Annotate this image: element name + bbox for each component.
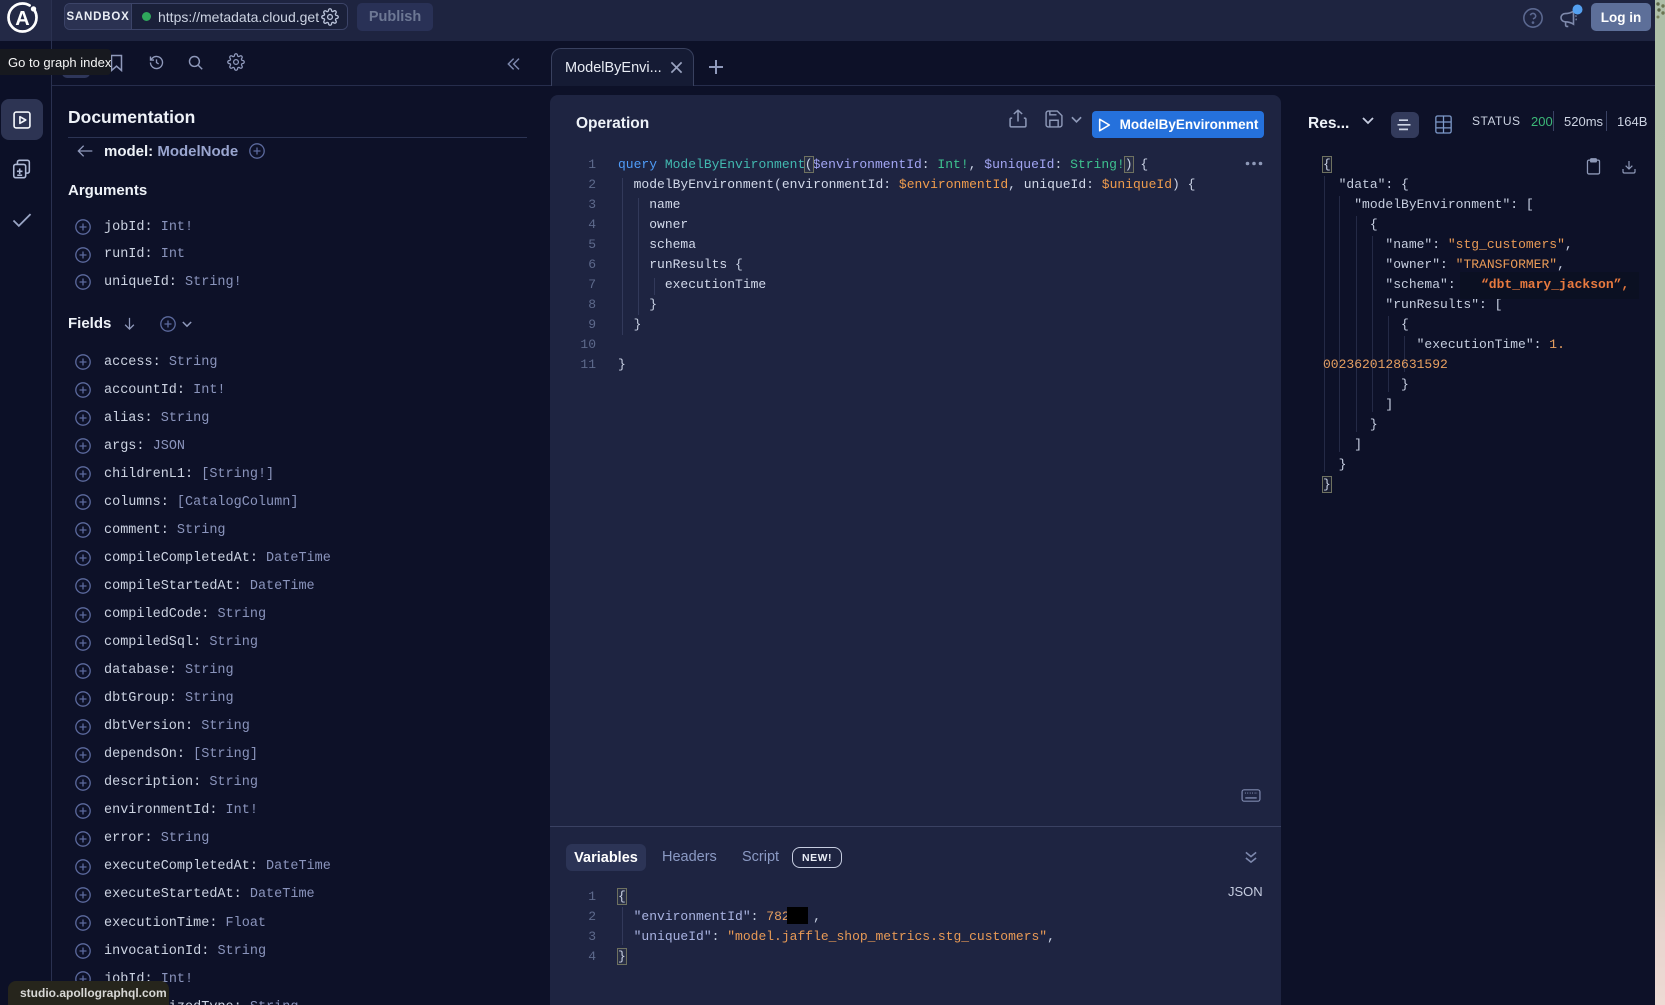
- svg-text:A: A: [15, 8, 29, 30]
